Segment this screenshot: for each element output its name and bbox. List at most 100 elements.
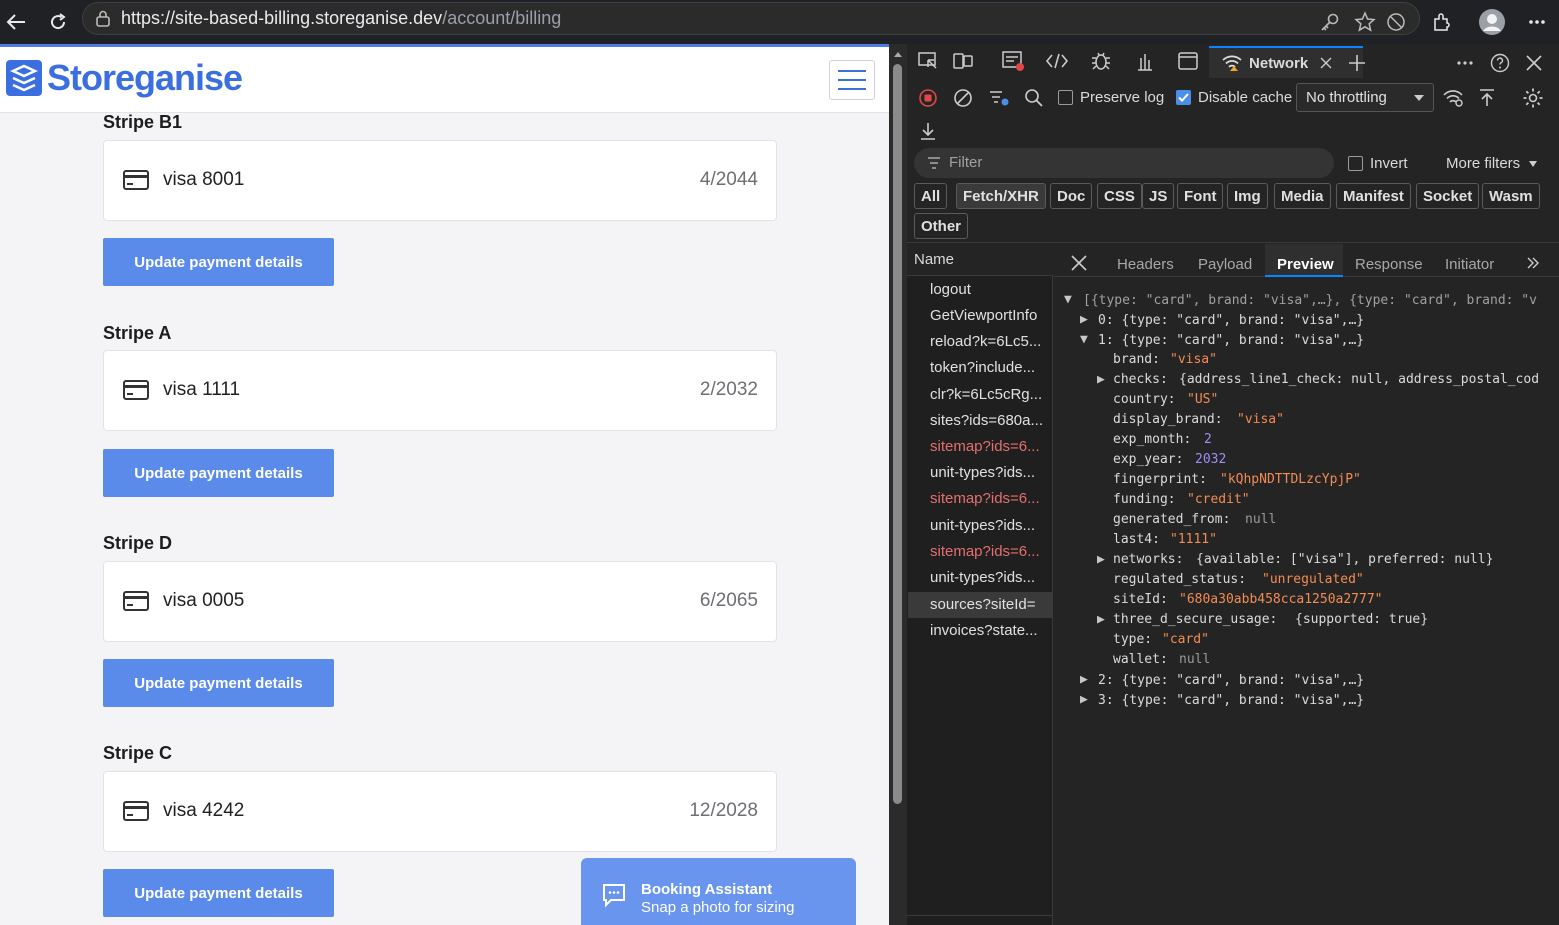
filter-socket-button[interactable]: Socket [1416,183,1480,209]
tab-network[interactable]: Network [1209,46,1363,78]
inspect-element-icon[interactable] [913,46,943,76]
add-tab-icon[interactable] [1342,48,1372,78]
more-filters-label: More filters [1446,155,1521,172]
update-payment-button[interactable]: Update payment details [103,238,334,286]
preview-root-row[interactable]: ▼ [{type: "card", brand: "visa",…}, {typ… [1064,292,1559,312]
booking-assistant-widget[interactable]: Booking Assistant Snap a photo for sizin… [581,858,856,925]
tracking-prevention-icon[interactable] [1380,6,1412,38]
request-row-error[interactable]: sitemap?ids=6... [930,543,1048,560]
update-payment-button[interactable]: Update payment details [103,659,334,707]
extensions-icon[interactable] [1426,6,1458,38]
network-conditions-icon[interactable] [1438,83,1468,113]
help-icon[interactable] [1485,48,1515,78]
more-menu-icon[interactable] [1521,6,1553,38]
profile-avatar-icon[interactable] [1476,6,1508,38]
more-filters-dropdown[interactable]: More filters [1446,155,1538,172]
close-devtools-icon[interactable] [1519,48,1549,78]
filter-media-button[interactable]: Media [1274,183,1331,209]
download-har-icon[interactable] [913,116,943,146]
request-row-selected[interactable]: sources?siteId= [930,596,1048,613]
chevron-double-right-icon[interactable] [1518,248,1548,278]
request-row[interactable]: logout [930,281,1048,298]
site-header: Storeganise [0,47,889,113]
request-row[interactable]: invoices?state... [930,622,1048,639]
invert-checkbox[interactable]: Invert [1348,155,1408,172]
devtools-more-icon[interactable] [1450,48,1480,78]
back-arrow-icon[interactable] [0,6,32,38]
request-row[interactable]: token?include... [930,359,1048,376]
filter-fetch-xhr-button[interactable]: Fetch/XHR [956,183,1046,209]
credit-card-icon [123,170,149,190]
chat-bubble-icon [601,882,627,908]
url-text: https://site-based-billing.storeganise.d… [121,8,561,29]
request-row[interactable]: unit-types?ids... [930,517,1048,534]
request-row[interactable]: clr?k=6Lc5cRg... [930,386,1048,403]
record-stop-icon[interactable] [913,83,943,113]
address-bar[interactable]: https://site-based-billing.storeganise.d… [82,2,1420,35]
logo-mark-icon [6,60,42,96]
preserve-log-label: Preserve log [1080,89,1165,106]
filter-input[interactable]: Filter [914,148,1334,178]
url-path: /account/billing [442,8,562,28]
chevron-down-icon [1529,160,1538,167]
filter-all-button[interactable]: All [914,183,948,209]
page-scrollbar-thumb[interactable] [893,64,902,804]
request-row[interactable]: unit-types?ids... [930,569,1048,586]
tab-initiator[interactable]: Initiator [1445,256,1494,273]
tab-preview[interactable]: Preview [1277,256,1334,273]
clear-icon[interactable] [948,83,978,113]
disable-cache-box[interactable] [1176,90,1191,105]
key-icon[interactable] [1314,6,1346,38]
card-expiry: 12/2028 [689,800,758,821]
filter-other-button[interactable]: Other [914,213,969,239]
update-payment-button[interactable]: Update payment details [103,869,334,917]
request-row[interactable]: reload?k=6Lc5... [930,333,1048,350]
preserve-log-checkbox[interactable]: Preserve log [1058,89,1164,106]
device-toolbar-icon[interactable] [948,46,978,76]
performance-icon[interactable] [1130,46,1160,76]
elements-icon[interactable] [1042,46,1072,76]
filter-css-button[interactable]: CSS [1097,183,1142,209]
credit-card-icon [123,380,149,400]
site-logo[interactable]: Storeganise [5,57,243,99]
browser-toolbar: https://site-based-billing.storeganise.d… [0,0,1559,44]
reload-icon[interactable] [42,6,74,38]
filter-js-button[interactable]: JS [1142,183,1175,209]
invert-box[interactable] [1348,156,1363,171]
network-settings-gear-icon[interactable] [1518,83,1548,113]
star-icon[interactable] [1349,6,1381,38]
name-column-header[interactable]: Name [907,243,1053,276]
request-row[interactable]: sites?ids=680a... [930,412,1048,429]
application-icon[interactable] [1173,46,1203,76]
tab-response[interactable]: Response [1355,256,1423,273]
console-icon[interactable] [998,46,1028,76]
filter-img-button[interactable]: Img [1227,183,1268,209]
preserve-log-box[interactable] [1058,90,1073,105]
request-row[interactable]: GetViewportInfo [930,307,1048,324]
tab-headers[interactable]: Headers [1117,256,1174,273]
disable-cache-checkbox[interactable]: Disable cache [1176,89,1292,106]
update-payment-button[interactable]: Update payment details [103,449,334,497]
throttling-select[interactable]: No throttling [1296,83,1434,112]
site-info-icon[interactable] [95,10,111,28]
collapse-triangle-icon: ▶ [1080,312,1088,327]
search-icon[interactable] [1019,83,1049,113]
tab-payload[interactable]: Payload [1198,256,1252,273]
filter-icon [927,157,941,169]
preview-item-text: 1: {type: "card", brand: "visa",…} [1098,333,1365,348]
filter-wasm-button[interactable]: Wasm [1482,183,1540,209]
upload-har-icon[interactable] [1472,83,1502,113]
debugger-bug-icon[interactable] [1086,46,1116,76]
request-row-error[interactable]: sitemap?ids=6... [930,438,1048,455]
payment-card: visa 8001 4/2044 [103,140,777,221]
close-detail-icon[interactable] [1064,248,1094,278]
request-row-error[interactable]: sitemap?ids=6... [930,490,1048,507]
filter-font-button[interactable]: Font [1177,183,1224,209]
filter-funnel-icon[interactable] [984,83,1014,113]
filter-manifest-button[interactable]: Manifest [1336,183,1411,209]
collapse-triangle-icon: ▶ [1080,672,1088,687]
request-row[interactable]: unit-types?ids... [930,464,1048,481]
close-tab-icon[interactable] [1320,57,1332,69]
hamburger-menu-button[interactable] [829,60,875,100]
filter-doc-button[interactable]: Doc [1050,183,1093,209]
